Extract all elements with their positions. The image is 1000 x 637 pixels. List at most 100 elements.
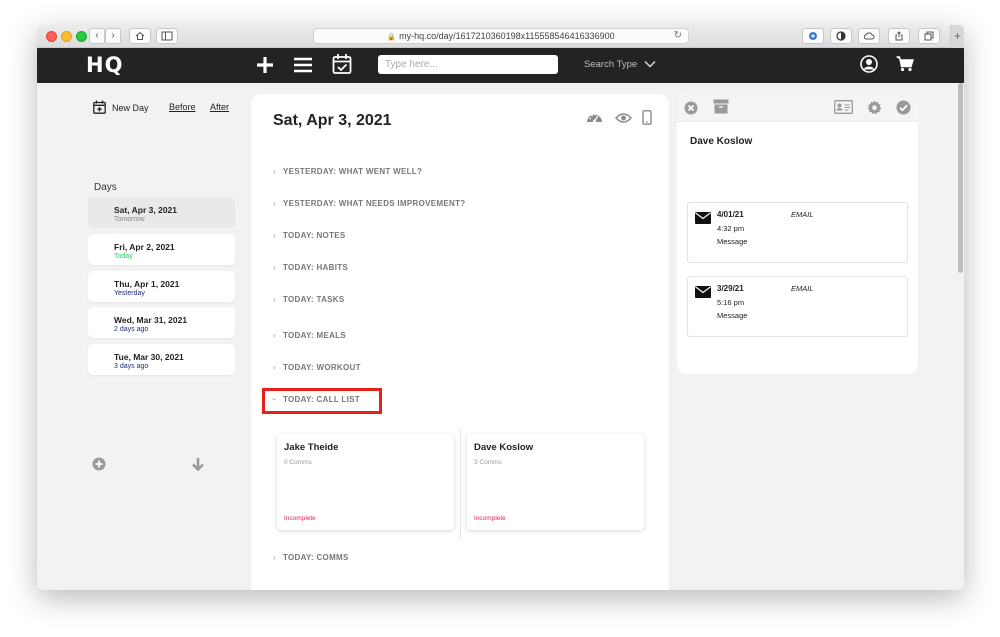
- hq-logo[interactable]: HQ: [86, 53, 123, 77]
- section-tasks[interactable]: › TODAY: TASKS: [273, 295, 345, 304]
- plus-icon[interactable]: [256, 56, 274, 74]
- section-label: TODAY: TASKS: [282, 295, 345, 304]
- password-extension-button[interactable]: [802, 28, 824, 44]
- call-card-dave-koslow[interactable]: Dave Koslow 3 Comms Incomplete: [467, 434, 644, 530]
- section-label: YESTERDAY: WHAT NEEDS IMPROVEMENT?: [282, 199, 466, 208]
- sidebar-toggle-button[interactable]: [156, 28, 178, 44]
- chevron-right-icon: ›: [273, 363, 276, 372]
- section-meals[interactable]: › TODAY: MEALS: [273, 331, 346, 340]
- day-item-title: Wed, Mar 31, 2021: [114, 315, 188, 325]
- calendar-check-icon[interactable]: [332, 53, 352, 75]
- divider: [460, 428, 461, 540]
- section-label: TODAY: MEALS: [282, 331, 346, 340]
- comm-card[interactable]: 4/01/21 EMAIL 4:32 pm Message: [687, 202, 908, 263]
- chevron-right-icon: ›: [273, 295, 276, 304]
- sidebar-icon: [161, 31, 173, 41]
- calendar-plus-icon: [93, 100, 106, 114]
- app-header: HQ Search Type: [37, 48, 964, 83]
- reload-icon[interactable]: ↻: [674, 29, 682, 43]
- close-window-button[interactable]: [46, 31, 57, 42]
- comm-time: 5:16 pm: [717, 298, 745, 307]
- eye-icon[interactable]: [615, 112, 632, 124]
- day-item-title: Sat, Apr 3, 2021: [114, 205, 177, 215]
- new-day-button[interactable]: New Day: [93, 100, 149, 114]
- forward-button[interactable]: ›: [105, 28, 121, 44]
- share-icon: [895, 31, 903, 41]
- cloud-icon: [863, 32, 875, 40]
- call-card-status: Incomplete: [474, 515, 506, 522]
- comm-card[interactable]: 3/29/21 EMAIL 5:16 pm Message: [687, 276, 908, 337]
- day-item-sat-apr-3[interactable]: Sat, Apr 3, 2021 Tomorrow: [88, 197, 235, 228]
- chevron-right-icon: ›: [273, 263, 276, 272]
- close-circle-icon[interactable]: [684, 101, 698, 115]
- minimize-window-button[interactable]: [61, 31, 72, 42]
- page-scrollbar[interactable]: [958, 83, 963, 273]
- zoom-window-button[interactable]: [76, 31, 87, 42]
- privacy-extension-button[interactable]: [830, 28, 852, 44]
- menu-icon[interactable]: [294, 57, 312, 73]
- gear-icon[interactable]: [867, 100, 882, 115]
- search-input[interactable]: [378, 55, 558, 74]
- section-needs-improvement[interactable]: › YESTERDAY: WHAT NEEDS IMPROVEMENT?: [273, 199, 465, 208]
- call-list-highlight: [262, 388, 382, 414]
- chevron-down-icon[interactable]: [644, 58, 656, 70]
- section-label: TODAY: COMMS: [282, 553, 349, 562]
- section-workout[interactable]: › TODAY: WORKOUT: [273, 363, 361, 372]
- archive-icon[interactable]: [713, 99, 729, 114]
- tabs-overview-button[interactable]: [918, 28, 940, 44]
- after-link[interactable]: After: [210, 102, 229, 112]
- section-notes[interactable]: › TODAY: NOTES: [273, 231, 346, 240]
- day-item-title: Fri, Apr 2, 2021: [114, 242, 175, 252]
- call-card-name: Jake Theide: [284, 442, 339, 453]
- user-circle-icon[interactable]: [860, 55, 878, 73]
- browser-toolbar: ‹ › 🔒 my-hq.co/day/1617210360198x11555854…: [37, 25, 964, 48]
- address-bar[interactable]: 🔒 my-hq.co/day/1617210360198x115558546416…: [313, 28, 689, 44]
- call-card-comms-count: 0 Comms: [284, 459, 312, 466]
- day-item-tue-mar-30[interactable]: Tue, Mar 30, 2021 3 days ago: [88, 344, 235, 375]
- day-item-subtitle: Today: [114, 253, 133, 260]
- section-habits[interactable]: › TODAY: HABITS: [273, 263, 348, 272]
- chevron-right-icon: ›: [273, 199, 276, 208]
- day-item-fri-apr-2[interactable]: Fri, Apr 2, 2021 Today: [88, 234, 235, 265]
- check-circle-icon[interactable]: [896, 100, 911, 115]
- shield-icon: [836, 31, 846, 41]
- call-card-jake-theide[interactable]: Jake Theide 0 Comms Incomplete: [277, 434, 454, 530]
- chevron-right-icon: ›: [273, 553, 276, 562]
- chevron-right-icon: ›: [273, 331, 276, 340]
- arrow-down-icon[interactable]: [191, 457, 205, 471]
- url-text: my-hq.co/day/1617210360198x1155585464163…: [399, 31, 615, 41]
- cart-icon[interactable]: [896, 56, 914, 72]
- days-heading: Days: [94, 182, 117, 193]
- call-card-comms-count: 3 Comms: [474, 459, 502, 466]
- home-icon: [135, 31, 145, 40]
- call-card-name: Dave Koslow: [474, 442, 534, 453]
- new-tab-button[interactable]: +: [950, 25, 964, 48]
- day-item-wed-mar-31[interactable]: Wed, Mar 31, 2021 2 days ago: [88, 307, 235, 338]
- share-button[interactable]: [888, 28, 910, 44]
- section-went-well[interactable]: › YESTERDAY: WHAT WENT WELL?: [273, 167, 422, 176]
- add-circle-icon[interactable]: [92, 457, 106, 471]
- day-item-thu-apr-1[interactable]: Thu, Apr 1, 2021 Yesterday: [88, 271, 235, 302]
- search-type-label[interactable]: Search Type: [584, 59, 637, 70]
- chevron-right-icon: ›: [273, 231, 276, 240]
- before-link[interactable]: Before: [169, 102, 196, 112]
- back-button[interactable]: ‹: [89, 28, 105, 44]
- day-item-subtitle: Yesterday: [114, 290, 145, 297]
- password-icon: [809, 32, 817, 40]
- contact-name: Dave Koslow: [690, 136, 753, 147]
- home-button[interactable]: [129, 28, 151, 44]
- icloud-button[interactable]: [858, 28, 880, 44]
- envelope-icon: [695, 286, 711, 298]
- contact-card-icon[interactable]: [834, 100, 853, 114]
- day-item-subtitle: 3 days ago: [114, 363, 149, 370]
- comm-type: EMAIL: [791, 210, 814, 219]
- comm-date: 4/01/21: [717, 210, 744, 219]
- section-label: TODAY: WORKOUT: [282, 363, 361, 372]
- comm-time: 4:32 pm: [717, 224, 745, 233]
- browser-window: ‹ › 🔒 my-hq.co/day/1617210360198x11555854…: [37, 25, 964, 590]
- dashboard-gauge-icon[interactable]: [586, 110, 603, 124]
- mobile-phone-icon[interactable]: [642, 110, 652, 125]
- section-comms[interactable]: › TODAY: COMMS: [273, 553, 349, 562]
- day-panel: Sat, Apr 3, 2021 › YESTERDAY: WHAT WENT W…: [251, 94, 669, 590]
- tabs-icon: [924, 31, 934, 41]
